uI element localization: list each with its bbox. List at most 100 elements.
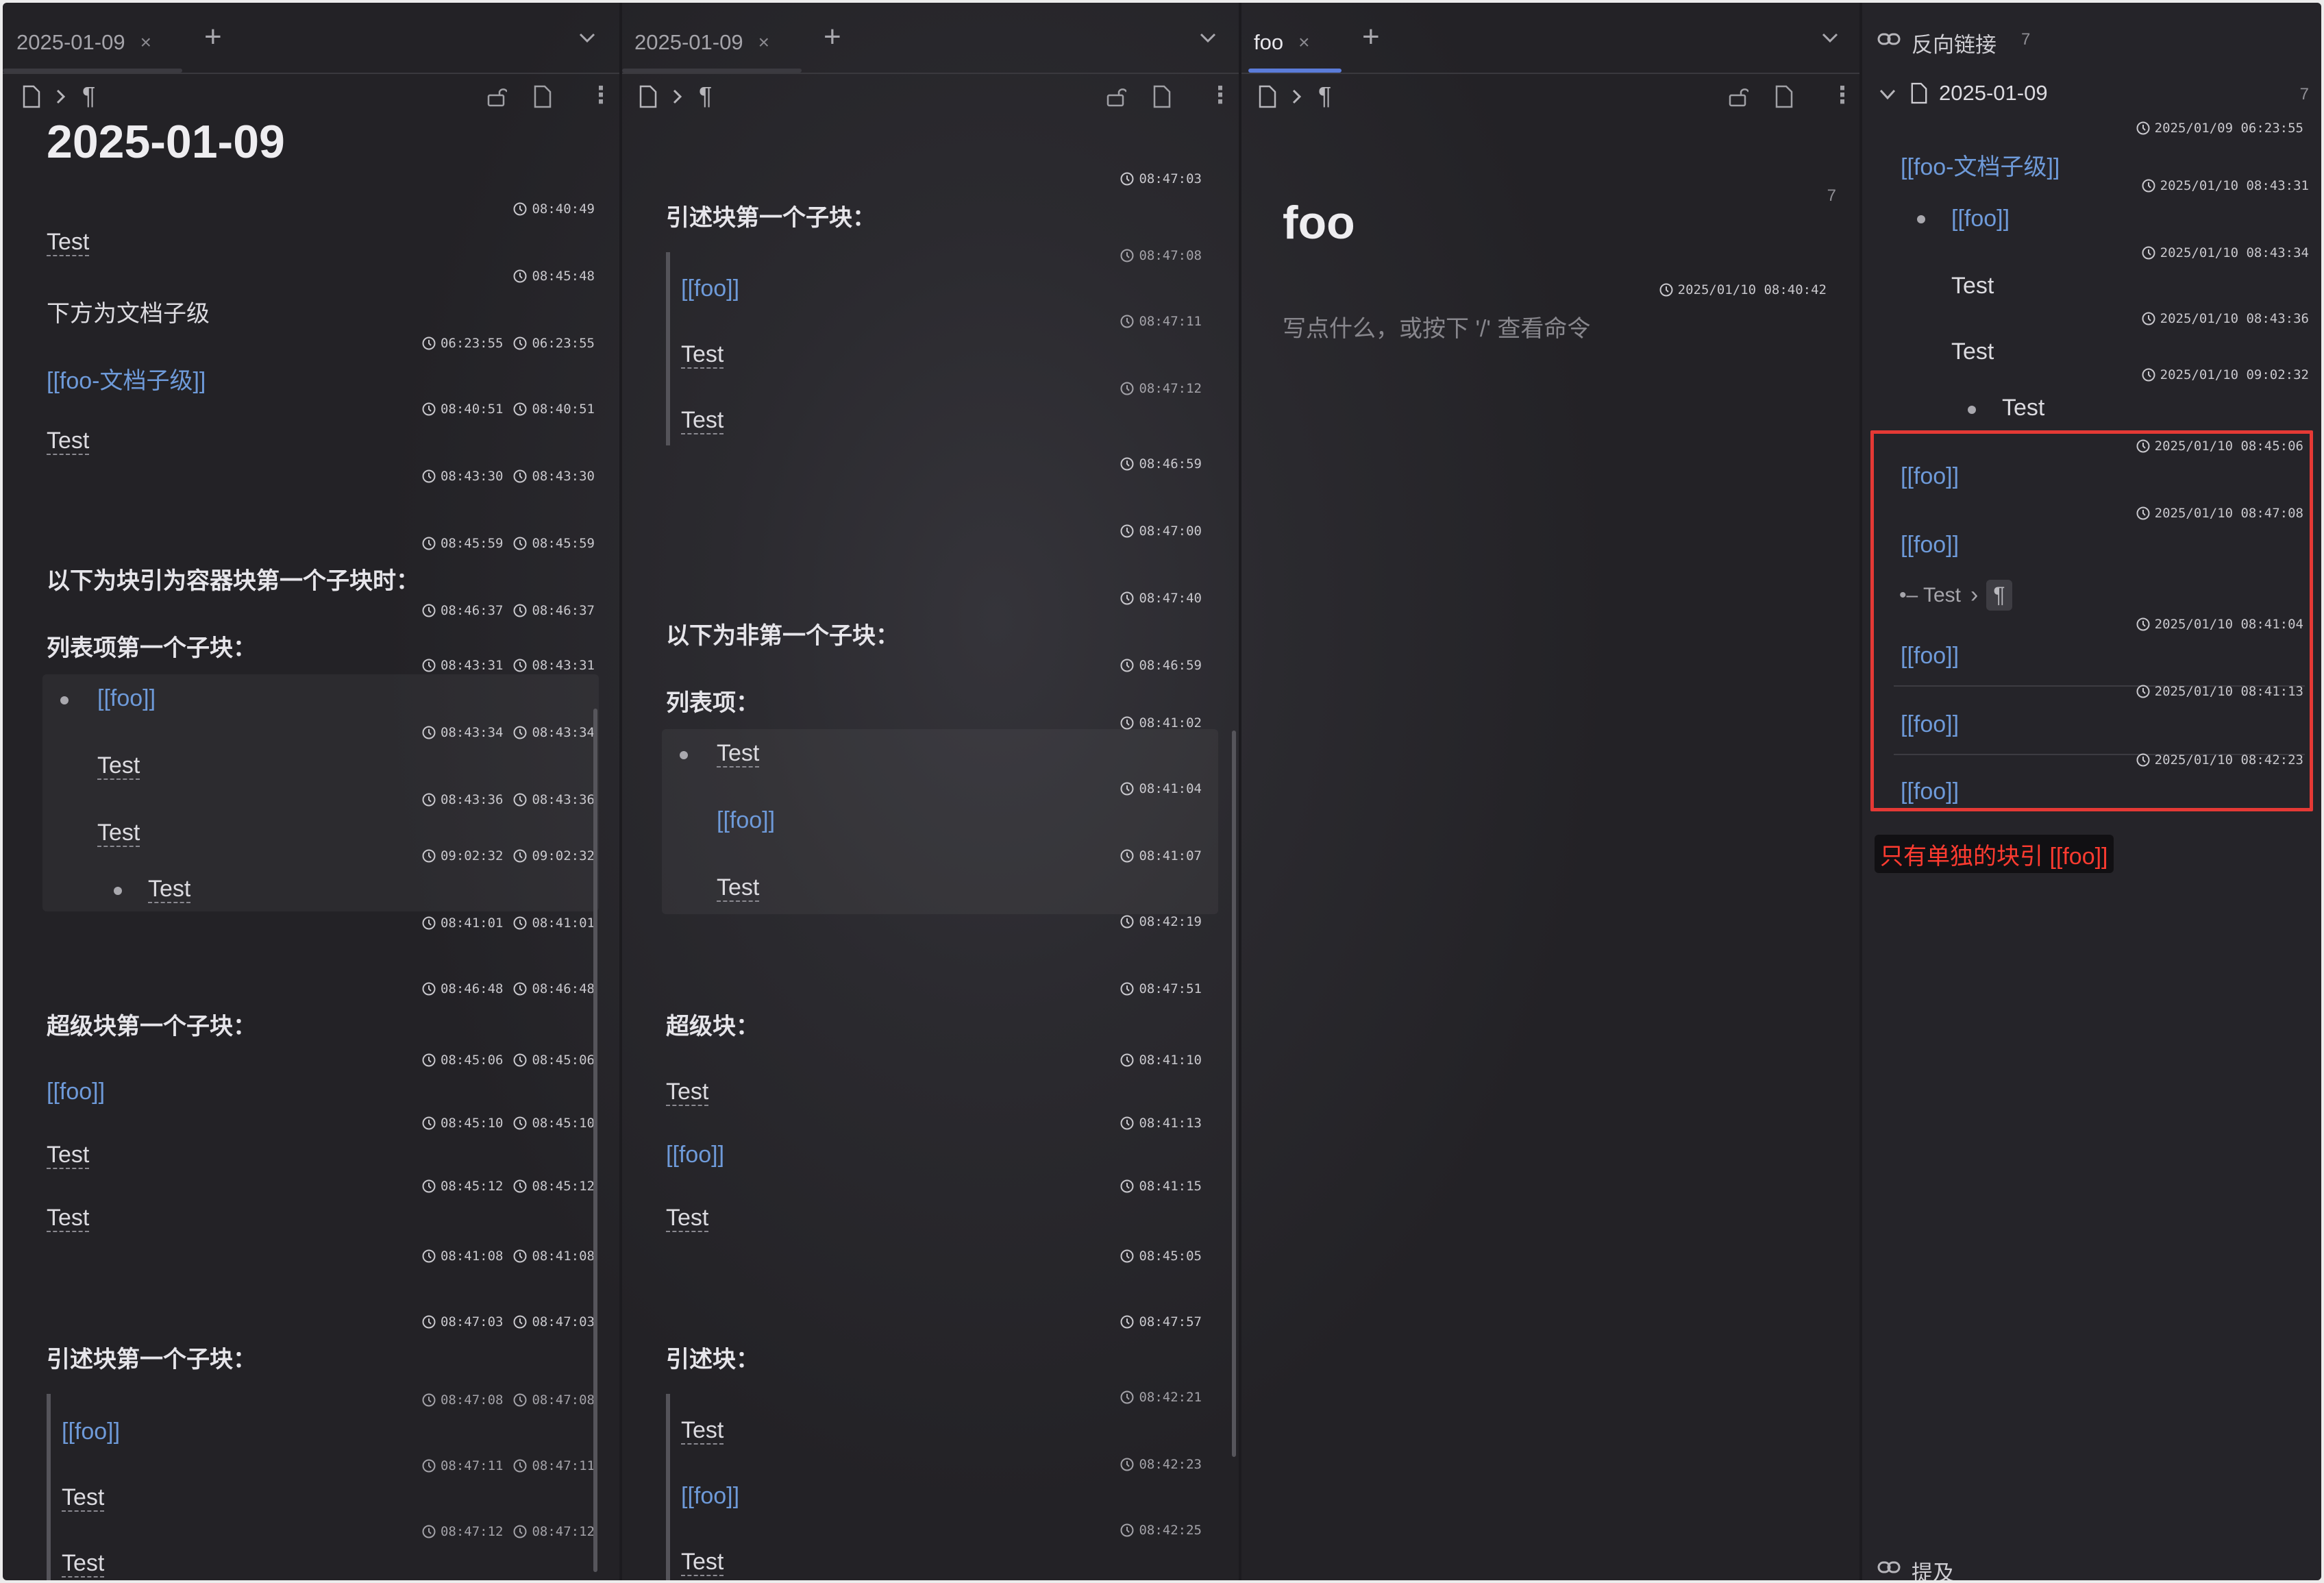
clock-icon: [422, 793, 436, 807]
clock-icon: [513, 1116, 527, 1130]
bullet-icon[interactable]: [114, 887, 122, 895]
block-ref-link[interactable]: [[foo]]: [62, 1419, 120, 1445]
chevron-down-icon[interactable]: [578, 29, 596, 47]
heading-block[interactable]: 引述块第一个子块：: [47, 1340, 256, 1374]
tab-2025-01-09[interactable]: 2025-01-09 ×: [634, 23, 769, 62]
block-text[interactable]: Test: [717, 740, 759, 767]
bullet-icon[interactable]: [680, 751, 688, 759]
block-text[interactable]: Test: [62, 1484, 104, 1511]
block-text[interactable]: Test: [681, 407, 724, 434]
tab-foo[interactable]: foo ×: [1254, 23, 1309, 62]
doc-ref-link[interactable]: [[foo-文档子级]]: [47, 362, 206, 395]
clock-icon: [513, 469, 527, 483]
document-icon[interactable]: [639, 85, 658, 108]
pilcrow-icon[interactable]: ¶: [699, 84, 712, 108]
block-timestamps: 08:47:11: [1120, 314, 1202, 332]
backlink-doc-title[interactable]: 2025-01-09: [1939, 81, 2048, 106]
block-text[interactable]: Test: [717, 874, 759, 901]
bullet-icon[interactable]: [60, 696, 69, 704]
block-timestamps: 08:40:49: [512, 201, 595, 220]
block-timestamps: 08:45:12 08:45:12: [421, 1179, 595, 1197]
heading-block[interactable]: 以下为块引为容器块第一个子块时：: [47, 562, 419, 596]
document-icon[interactable]: [22, 85, 41, 108]
block-text[interactable]: 下方为文档子级: [47, 295, 210, 328]
close-icon[interactable]: ×: [140, 32, 151, 53]
block-text[interactable]: Test: [681, 1417, 724, 1444]
block-text[interactable]: Test: [681, 341, 724, 368]
clock-icon: [513, 1053, 527, 1067]
pilcrow-icon[interactable]: ¶: [1318, 84, 1331, 108]
heading-block[interactable]: 超级块第一个子块：: [47, 1007, 256, 1041]
heading-block[interactable]: 以下为非第一个子块：: [666, 617, 899, 650]
add-tab-icon[interactable]: +: [824, 22, 841, 52]
block-timestamps: 08:47:51: [1120, 981, 1202, 1000]
block-text[interactable]: Test: [666, 1079, 708, 1105]
file-icon[interactable]: [1775, 85, 1794, 108]
clock-icon: [422, 1315, 436, 1329]
block-text[interactable]: Test: [681, 1549, 724, 1575]
pilcrow-icon[interactable]: ¶: [82, 84, 95, 108]
heading-block[interactable]: 列表项：: [666, 684, 759, 717]
clock-icon: [513, 1179, 527, 1193]
block-timestamps: 08:47:11 08:47:11: [421, 1458, 595, 1477]
heading-block[interactable]: 引述块第一个子块：: [666, 199, 876, 232]
clock-icon: [1120, 382, 1134, 395]
editor-placeholder[interactable]: 写点什么，或按下 '/' 查看命令: [1283, 310, 1590, 343]
page-title: 2025-01-09: [47, 116, 285, 168]
mentions-title[interactable]: 提及: [1912, 1556, 1954, 1580]
block-text[interactable]: Test: [148, 876, 190, 903]
backlink-item[interactable]: Test: [1951, 273, 1994, 299]
backlink-item[interactable]: Test: [2002, 395, 2044, 421]
clock-icon: [513, 793, 527, 807]
file-icon[interactable]: [533, 85, 552, 108]
add-tab-icon[interactable]: +: [204, 22, 222, 52]
block-text[interactable]: Test: [47, 229, 89, 256]
clock-icon: [1120, 457, 1134, 471]
file-icon[interactable]: [1152, 85, 1172, 108]
block-text[interactable]: Test: [62, 1550, 104, 1577]
heading-block[interactable]: 引述块：: [666, 1340, 759, 1374]
heading-block[interactable]: 列表项第一个子块：: [47, 629, 256, 663]
backlink-item[interactable]: [[foo]]: [1951, 206, 2010, 232]
heading-block[interactable]: 超级块：: [666, 1007, 759, 1041]
lock-open-icon[interactable]: [486, 86, 507, 107]
more-icon[interactable]: ⋮: [589, 84, 613, 107]
lock-open-icon[interactable]: [1728, 86, 1748, 107]
block-ref-link[interactable]: [[foo]]: [97, 685, 156, 712]
block-text[interactable]: Test: [47, 1205, 89, 1231]
block-text[interactable]: Test: [97, 752, 140, 779]
clock-icon: [1120, 524, 1134, 538]
block-ref-link[interactable]: [[foo]]: [681, 275, 739, 302]
block-text[interactable]: Test: [97, 820, 140, 846]
clock-icon: [1120, 249, 1134, 262]
close-icon[interactable]: ×: [1298, 32, 1309, 53]
scrollbar[interactable]: [1232, 731, 1236, 1457]
block-text[interactable]: Test: [666, 1205, 708, 1231]
lock-open-icon[interactable]: [1106, 86, 1126, 107]
tab-2025-01-09[interactable]: 2025-01-09 ×: [16, 23, 151, 62]
chevron-down-icon[interactable]: [1199, 29, 1217, 47]
block-timestamps: 09:02:32 09:02:32: [421, 848, 595, 867]
bullet-icon[interactable]: [1917, 215, 1925, 223]
block-ref-link[interactable]: [[foo]]: [666, 1142, 724, 1168]
document-icon[interactable]: [1258, 85, 1277, 108]
more-icon[interactable]: ⋮: [1209, 84, 1232, 107]
scrollbar[interactable]: [593, 709, 597, 1572]
close-icon[interactable]: ×: [758, 32, 769, 53]
block-text[interactable]: Test: [47, 428, 89, 454]
clock-icon: [422, 1179, 436, 1193]
block-text[interactable]: Test: [47, 1142, 89, 1168]
backlink-item[interactable]: [[foo-文档子级]]: [1901, 148, 2060, 182]
block-ref-link[interactable]: [[foo]]: [681, 1483, 739, 1510]
chevron-down-icon[interactable]: [1879, 88, 1896, 101]
backlink-item[interactable]: Test: [1951, 339, 1994, 365]
bullet-icon[interactable]: [1968, 406, 1976, 414]
backlink-doc-count: 7: [2299, 85, 2309, 103]
block-ref-link[interactable]: [[foo]]: [717, 807, 775, 834]
clock-icon: [513, 402, 527, 416]
chevron-down-icon[interactable]: [1821, 29, 1839, 47]
block-timestamps: 08:45:10 08:45:10: [421, 1116, 595, 1134]
add-tab-icon[interactable]: +: [1362, 22, 1380, 52]
more-icon[interactable]: ⋮: [1831, 84, 1854, 107]
block-ref-link[interactable]: [[foo]]: [47, 1079, 105, 1105]
